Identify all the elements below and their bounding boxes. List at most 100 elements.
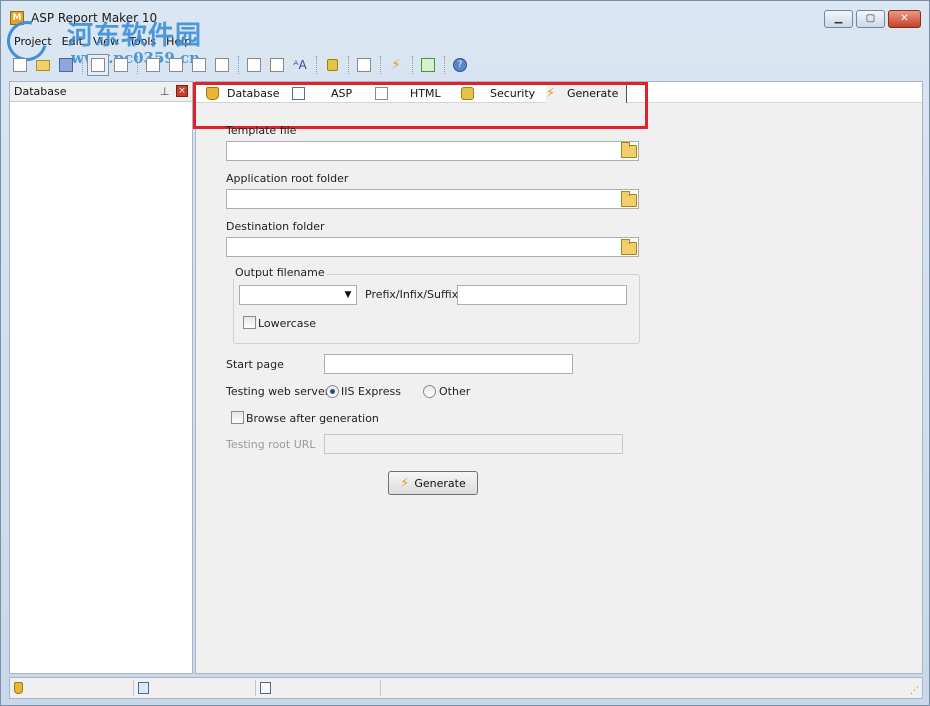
toolbar-separator bbox=[412, 56, 413, 74]
output-filename-select[interactable]: ▼ bbox=[239, 285, 357, 305]
app-root-input[interactable] bbox=[226, 189, 639, 209]
browse-folder-icon[interactable] bbox=[621, 239, 637, 255]
lowercase-checkbox[interactable] bbox=[243, 316, 256, 329]
status-bar: ⋰ bbox=[9, 677, 923, 699]
resize-grip-icon[interactable]: ⋰ bbox=[910, 686, 919, 696]
lightning-icon: ⚡ bbox=[546, 86, 556, 101]
lowercase-label: Lowercase bbox=[258, 317, 316, 330]
tab-database-label: Database bbox=[227, 86, 280, 100]
toolbar-separator bbox=[380, 56, 381, 74]
browse-after-label: Browse after generation bbox=[246, 412, 379, 425]
menu-edit[interactable]: Edit bbox=[57, 33, 88, 51]
browse-folder-icon[interactable] bbox=[621, 191, 637, 207]
toolbar-separator bbox=[316, 56, 317, 74]
asp-page-icon bbox=[292, 86, 305, 100]
chevron-down-icon: ▼ bbox=[344, 290, 352, 300]
output-filename-label: Output filename bbox=[233, 266, 327, 279]
list-button[interactable] bbox=[353, 54, 375, 76]
new-project-button[interactable] bbox=[9, 54, 31, 76]
testing-root-input[interactable] bbox=[324, 434, 623, 454]
report-button[interactable] bbox=[243, 54, 265, 76]
main-panel: Database ASP HTML Security ⚡ Generate Te… bbox=[193, 81, 923, 674]
open-project-button[interactable] bbox=[32, 54, 54, 76]
dest-folder-input[interactable] bbox=[226, 237, 639, 257]
tab-generate[interactable]: ⚡ Generate bbox=[546, 84, 628, 103]
edit-button[interactable] bbox=[266, 54, 288, 76]
tab-generate-label: Generate bbox=[567, 87, 619, 100]
security-button[interactable] bbox=[321, 54, 343, 76]
lightning-icon: ⚡ bbox=[391, 57, 401, 73]
browse-open-folder-icon[interactable] bbox=[621, 142, 637, 158]
document-arrow-icon bbox=[114, 58, 128, 72]
copy-icon bbox=[192, 58, 206, 72]
new-document-icon bbox=[13, 58, 27, 72]
database-panel: Database ⊥ × bbox=[9, 81, 193, 674]
testing-server-label: Testing web server bbox=[226, 385, 330, 398]
tab-html-label: HTML bbox=[410, 86, 441, 100]
tab-strip: Database ASP HTML Security ⚡ Generate bbox=[196, 82, 922, 103]
tab-database[interactable]: Database bbox=[206, 84, 280, 102]
status-cell-page bbox=[256, 680, 381, 696]
help-icon: ? bbox=[453, 58, 467, 72]
menu-project[interactable]: Project bbox=[9, 33, 57, 51]
app-root-label: Application root folder bbox=[226, 172, 349, 185]
generate-button-label: Generate bbox=[414, 476, 466, 490]
edit-page-icon bbox=[270, 58, 284, 72]
save-disk-icon bbox=[59, 58, 73, 72]
close-button[interactable]: ✕ bbox=[888, 10, 921, 28]
maximize-button[interactable]: ▢ bbox=[856, 10, 885, 28]
other-server-label: Other bbox=[439, 385, 471, 398]
generate-button[interactable]: ⚡ Generate bbox=[388, 471, 478, 495]
tool-button-b[interactable] bbox=[165, 54, 187, 76]
tab-security[interactable]: Security bbox=[461, 84, 535, 102]
font-icon: ᴬA bbox=[293, 58, 307, 72]
tab-security-label: Security bbox=[490, 86, 536, 100]
tab-html[interactable]: HTML bbox=[375, 84, 441, 102]
browse-after-checkbox[interactable] bbox=[231, 411, 244, 424]
pin-icon[interactable]: ⊥ bbox=[160, 85, 170, 98]
iis-express-radio[interactable] bbox=[326, 385, 339, 398]
help-button[interactable]: ? bbox=[449, 54, 471, 76]
menu-view[interactable]: View bbox=[88, 33, 124, 51]
template-file-input[interactable] bbox=[226, 141, 639, 161]
start-page-input[interactable] bbox=[324, 354, 573, 374]
tab-asp[interactable]: ASP bbox=[292, 84, 352, 102]
save-project-button[interactable] bbox=[55, 54, 77, 76]
lightning-icon: ⚡ bbox=[400, 475, 410, 491]
grid-icon bbox=[91, 58, 105, 72]
generate-toolbar-button[interactable]: ⚡ bbox=[385, 54, 407, 76]
sync-button[interactable] bbox=[110, 54, 132, 76]
database-panel-title: Database bbox=[14, 85, 67, 98]
panel-close-icon[interactable]: × bbox=[176, 85, 188, 97]
dest-folder-label: Destination folder bbox=[226, 220, 325, 233]
menu-tools[interactable]: Tools bbox=[124, 33, 161, 51]
refresh-button[interactable] bbox=[417, 54, 439, 76]
other-server-radio[interactable] bbox=[423, 385, 436, 398]
minimize-button[interactable]: ▁ bbox=[824, 10, 853, 28]
app-icon: M bbox=[10, 11, 24, 25]
prefix-label: Prefix/Infix/Suffix bbox=[365, 288, 459, 301]
pencil-icon bbox=[146, 58, 160, 72]
database-panel-header: Database ⊥ × bbox=[10, 82, 192, 102]
title-bar: M ASP Report Maker 10 ▁ ▢ ✕ bbox=[1, 1, 929, 31]
copy-button[interactable] bbox=[188, 54, 210, 76]
database-icon bbox=[206, 86, 219, 100]
font-button[interactable]: ᴬA bbox=[289, 54, 311, 76]
lock-icon bbox=[461, 86, 474, 100]
page-icon bbox=[260, 682, 271, 694]
testing-root-label: Testing root URL bbox=[226, 438, 316, 451]
toolbar-separator bbox=[348, 56, 349, 74]
lock-icon bbox=[326, 59, 338, 71]
paste-button[interactable] bbox=[211, 54, 233, 76]
toolbar: ᴬA ⚡ ? bbox=[9, 53, 921, 77]
html-page-icon bbox=[375, 86, 388, 100]
database-view-button[interactable] bbox=[87, 54, 109, 76]
report-icon bbox=[247, 58, 261, 72]
table-icon bbox=[138, 682, 149, 694]
status-cell-database bbox=[10, 680, 134, 696]
menu-help[interactable]: Help bbox=[161, 33, 196, 51]
tool-button-a[interactable] bbox=[142, 54, 164, 76]
refresh-icon bbox=[421, 58, 435, 72]
prefix-input[interactable] bbox=[457, 285, 627, 305]
app-window: M ASP Report Maker 10 ▁ ▢ ✕ Project Edit… bbox=[0, 0, 930, 706]
